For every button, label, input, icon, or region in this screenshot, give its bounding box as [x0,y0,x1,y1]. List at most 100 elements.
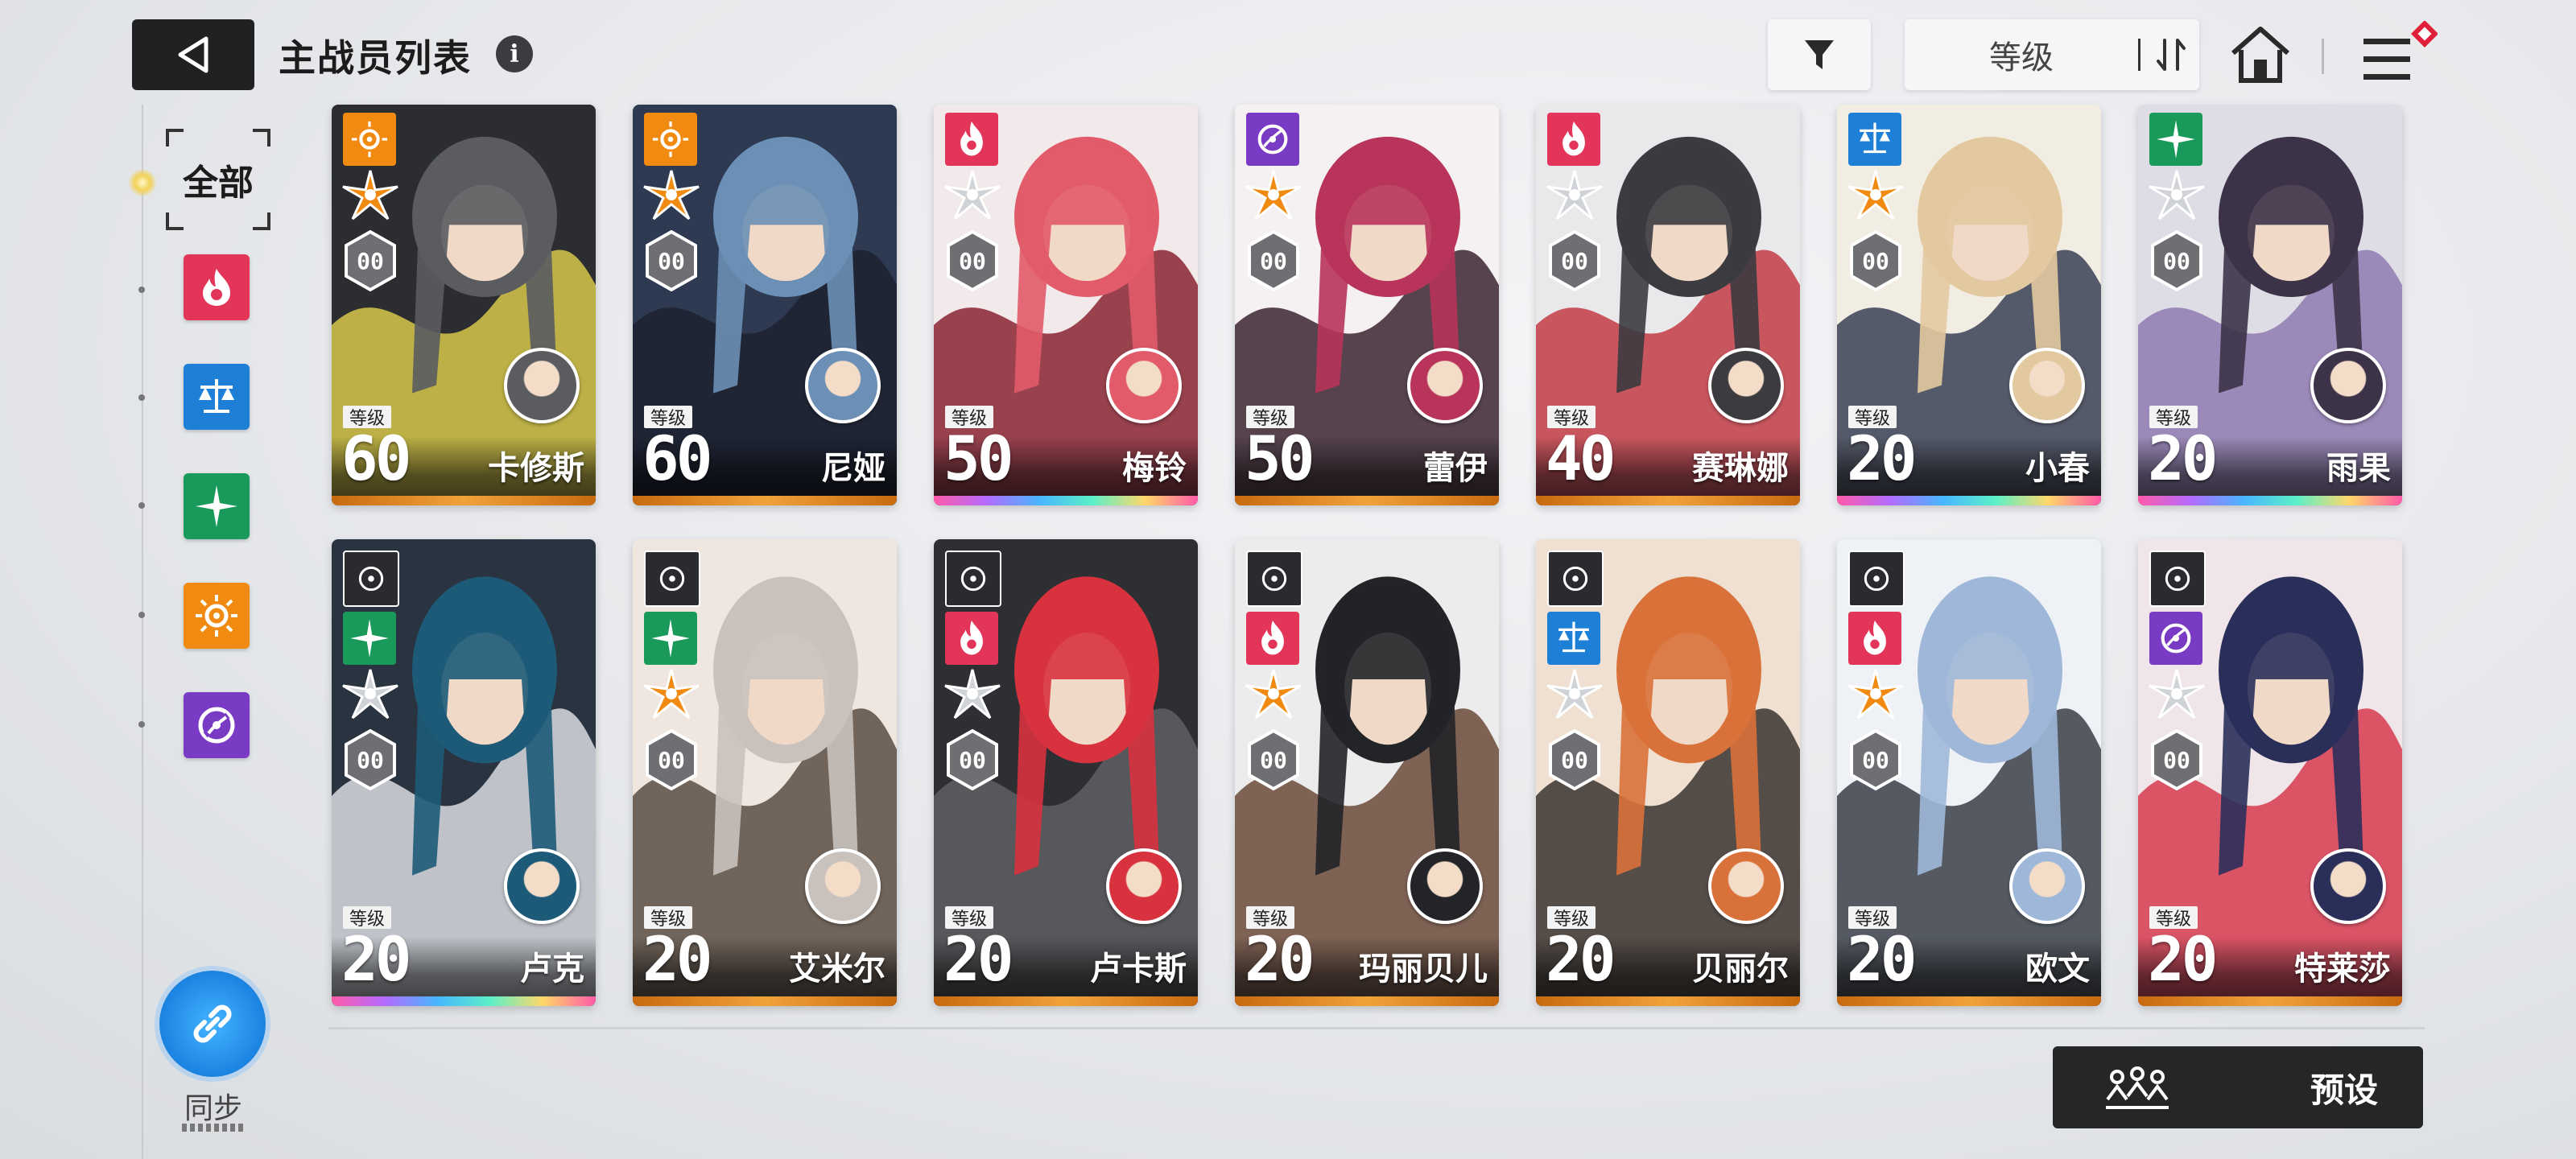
sort-selector[interactable]: 等级 [1905,19,2199,90]
operator-card[interactable]: 00 等级 20 艾米尔 [633,539,897,1006]
rank-value: 00 [1862,747,1889,773]
wind-icon [2149,113,2202,166]
role-icon [1547,551,1604,607]
fire-icon [945,612,998,665]
operator-card[interactable]: 00 等级 20 贝丽尔 [1536,539,1800,1006]
operator-card[interactable]: 00 等级 60 卡修斯 [332,105,596,505]
operator-card[interactable]: 00 等级 50 梅铃 [934,105,1198,505]
operator-card[interactable]: 00 等级 20 小春 [1837,105,2101,505]
star-icon [1243,167,1304,224]
filter-sun[interactable] [184,583,250,649]
role-icon [945,551,1001,607]
operator-name: 小春 [2025,450,2090,487]
level-value: 20 [642,923,712,995]
wind-icon [644,612,697,665]
rank-value: 00 [2163,248,2190,274]
star-icon [340,167,401,224]
operator-name: 卡修斯 [488,450,584,487]
level-value: 50 [1245,423,1315,494]
rarity-strip [1837,496,2101,505]
role-icon [1246,551,1302,607]
operator-card[interactable]: 00 等级 20 卢克 [332,539,596,1006]
void-icon [198,707,235,744]
notification-diamond-icon [2411,21,2438,47]
operator-name: 玛丽贝儿 [1359,951,1488,988]
menu-icon[interactable] [2357,21,2438,89]
operator-card[interactable]: 00 等级 20 欧文 [1837,539,2101,1006]
sort-label: 等级 [1989,39,2054,76]
operator-name: 雨果 [2326,450,2391,487]
home-icon[interactable] [2228,23,2293,87]
back-arrow-icon [178,36,208,73]
rank-value: 00 [1260,747,1287,773]
funnel-icon [1805,40,1834,69]
preset-label: 预设 [2310,1070,2378,1110]
operator-card[interactable]: 00 等级 20 特莱莎 [2138,539,2402,1006]
link-icon [193,1004,232,1043]
partner-avatar [1407,348,1483,423]
rarity-strip [1837,996,2101,1006]
star-icon [2146,167,2207,224]
operator-card[interactable]: 00 等级 60 尼娅 [633,105,897,505]
rarity-strip [2138,996,2402,1006]
level-value: 60 [642,423,712,494]
rarity-strip [332,996,596,1006]
partner-avatar [504,848,580,924]
rail-dot [138,721,145,728]
rank-value: 00 [959,248,986,274]
filter-void[interactable] [184,692,250,758]
top-divider [2322,39,2324,74]
role-icon [644,551,700,607]
sort-order-toggle[interactable] [2143,19,2199,90]
role-icon [2149,551,2206,607]
operator-card[interactable]: 00 等级 50 蕾伊 [1235,105,1499,505]
partner-avatar [805,848,881,924]
rank-value: 00 [2163,747,2190,773]
level-value: 20 [341,923,411,995]
void-icon [2149,612,2202,665]
filter-button[interactable] [1768,19,1871,90]
partner-avatar [1106,848,1182,924]
sync-barcode [182,1124,246,1132]
operator-name: 赛琳娜 [1692,450,1789,487]
level-value: 20 [1546,923,1616,995]
operator-name: 蕾伊 [1423,450,1488,487]
level-value: 20 [1847,423,1917,494]
operator-card[interactable]: 00 等级 40 赛琳娜 [1536,105,1800,505]
rarity-strip [1235,996,1499,1006]
operator-name: 卢克 [520,951,584,988]
role-icon [1848,551,1905,607]
filter-fire[interactable] [184,254,250,320]
sort-arrows-icon [2157,39,2186,71]
level-value: 60 [341,423,411,494]
rank-value: 00 [1260,248,1287,274]
filter-balance[interactable] [184,364,250,430]
star-icon [2146,666,2207,723]
partner-avatar [2009,848,2085,924]
star-icon [1845,167,1906,224]
star-icon [1544,666,1605,723]
operator-card[interactable]: 00 等级 20 卢卡斯 [934,539,1198,1006]
sync-button[interactable] [159,971,266,1077]
partner-avatar [1708,848,1784,924]
level-value: 20 [1245,923,1315,995]
rarity-strip [1536,496,1800,505]
rarity-strip [633,996,897,1006]
balance-icon [199,379,234,413]
operator-name: 卢卡斯 [1090,951,1187,988]
back-button[interactable] [132,19,254,90]
operator-card[interactable]: 00 等级 20 玛丽贝儿 [1235,539,1499,1006]
operator-card[interactable]: 00 等级 20 雨果 [2138,105,2402,505]
fire-icon [203,269,230,306]
preset-button[interactable]: 预设 [2053,1046,2423,1128]
rank-value: 00 [658,747,685,773]
info-icon[interactable]: i [496,35,533,72]
filter-wind[interactable] [184,473,250,539]
star-icon [1845,666,1906,723]
operator-name: 特莱莎 [2294,951,2391,988]
sun-icon [343,113,396,166]
level-value: 20 [943,923,1013,995]
filter-all[interactable]: 全部 [166,129,270,230]
partner-avatar [2310,348,2386,423]
fire-icon [1246,612,1299,665]
